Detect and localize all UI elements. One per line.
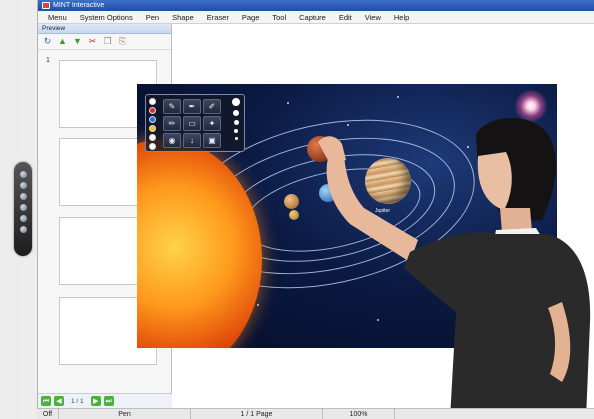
pen-size-large[interactable] [232, 98, 240, 106]
first-page-icon[interactable]: ⏮ [41, 396, 51, 406]
tray-button[interactable] [19, 204, 27, 211]
whiteboard-pen-tray [14, 162, 32, 256]
laser-pointer-icon[interactable]: ✦ [203, 116, 221, 131]
color-swatch-light[interactable] [149, 134, 156, 141]
app-logo-icon [42, 2, 50, 9]
fill-icon[interactable]: ◉ [163, 133, 181, 148]
status-current-tool: Pen [59, 408, 191, 419]
venus-planet [284, 194, 299, 209]
menu-page[interactable]: Page [242, 13, 260, 22]
title-bar: MINT Interactive [38, 0, 594, 11]
refresh-icon[interactable]: ↻ [42, 36, 53, 47]
menu-tool[interactable]: Tool [272, 13, 286, 22]
previous-page-icon[interactable]: ◀ [54, 396, 64, 406]
menu-view[interactable]: View [365, 13, 381, 22]
tray-button[interactable] [19, 215, 27, 222]
last-page-icon[interactable]: ⏭ [103, 396, 114, 406]
star [397, 96, 399, 98]
color-swatch-red[interactable] [149, 107, 156, 114]
status-mode: Off [37, 408, 59, 419]
move-up-icon[interactable]: ▲ [57, 36, 68, 47]
next-page-icon[interactable]: ▶ [90, 396, 101, 406]
menu-shape[interactable]: Shape [172, 13, 194, 22]
pen-size-selector [232, 98, 240, 140]
status-zoom: 100% [323, 408, 395, 419]
status-page: 1 / 1 Page [191, 408, 323, 419]
color-swatch-blue[interactable] [149, 116, 156, 123]
paste-icon[interactable]: ⎘ [117, 36, 128, 47]
menu-pen[interactable]: Pen [146, 13, 159, 22]
pen-size-small[interactable] [234, 129, 238, 133]
floating-tool-palette: ✎ ✒ ✐ ✏ ▭ ✦ ◉ ↓ ▣ [145, 94, 245, 152]
page-indicator: 1 / 1 [71, 397, 84, 405]
copy-icon[interactable]: ❐ [102, 36, 113, 47]
star [257, 304, 259, 306]
eraser-icon[interactable]: ▭ [183, 116, 201, 131]
window-title: MINT Interactive [53, 2, 105, 9]
preview-navigation: ⏮ ◀ 1 / 1 ▶ ⏭ [38, 393, 172, 408]
menu-bar: Menu System Options Pen Shape Eraser Pag… [38, 11, 594, 24]
pen-size-medium[interactable] [233, 120, 239, 125]
menu-edit[interactable]: Edit [339, 13, 352, 22]
save-icon[interactable]: ↓ [183, 133, 201, 148]
color-swatch-yellow[interactable] [149, 125, 156, 132]
pen-icon[interactable]: ✒ [183, 99, 201, 114]
color-swatches [149, 98, 156, 150]
highlighter-icon[interactable]: ✎ [163, 99, 181, 114]
color-swatch-white-2[interactable] [149, 143, 156, 150]
color-swatch-white[interactable] [149, 98, 156, 105]
menu-help[interactable]: Help [394, 13, 409, 22]
tray-button[interactable] [19, 193, 27, 200]
tray-button[interactable] [19, 226, 27, 233]
status-spacer [395, 409, 594, 419]
preview-toolbar: ↻ ▲ ▼ ✂ ❐ ⎘ [38, 34, 171, 50]
menu-menu[interactable]: Menu [48, 13, 67, 22]
presenter-photo [318, 117, 591, 419]
menu-capture[interactable]: Capture [299, 13, 326, 22]
star [287, 102, 289, 104]
marker-icon[interactable]: ✏ [163, 116, 181, 131]
capture-icon[interactable]: ▣ [203, 133, 221, 148]
brush-icon[interactable]: ✐ [203, 99, 221, 114]
menu-eraser[interactable]: Eraser [207, 13, 229, 22]
preview-header: Preview [38, 24, 171, 34]
page-number: 1 [46, 57, 50, 64]
pen-size-medium-large[interactable] [233, 110, 239, 116]
palette-tool-grid: ✎ ✒ ✐ ✏ ▭ ✦ ◉ ↓ ▣ [163, 99, 221, 148]
move-down-icon[interactable]: ▼ [72, 36, 83, 47]
cut-icon[interactable]: ✂ [87, 36, 98, 47]
status-bar: Off Pen 1 / 1 Page 100% [37, 408, 594, 419]
mercury-planet [289, 210, 299, 220]
pen-size-tiny[interactable] [234, 137, 238, 140]
tray-button[interactable] [19, 182, 27, 189]
tray-button[interactable] [19, 171, 27, 178]
menu-system-options[interactable]: System Options [80, 13, 133, 22]
